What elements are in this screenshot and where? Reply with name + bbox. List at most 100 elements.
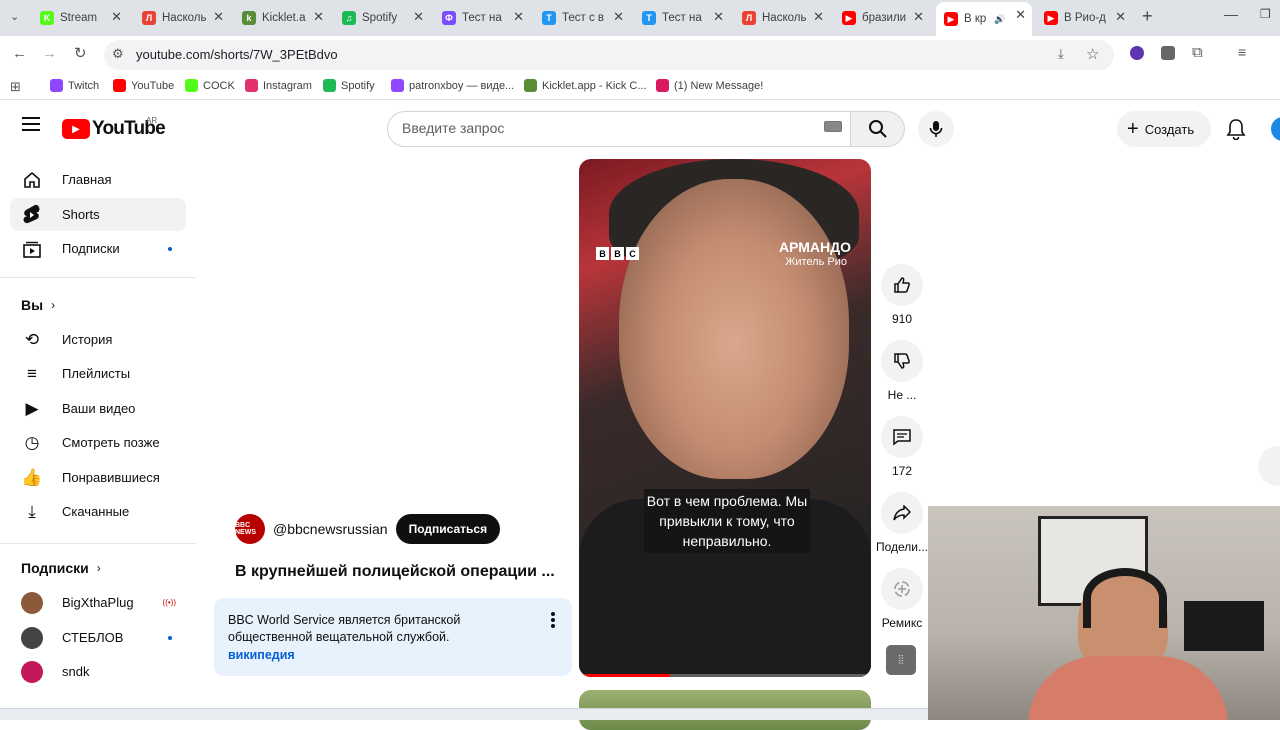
browser-tab[interactable]: ▶ В Рио-д ✕ [1036, 4, 1132, 32]
sidebar-item-shorts[interactable]: Shorts [10, 198, 186, 231]
bookmark-item[interactable]: COCK [185, 79, 235, 92]
forward-icon[interactable]: → [42, 45, 57, 62]
browser-tab[interactable]: K Stream ✕ [32, 4, 128, 32]
tab-close-icon[interactable]: ✕ [213, 9, 224, 25]
tab-close-icon[interactable]: ✕ [1115, 9, 1126, 25]
divider [0, 543, 196, 544]
tab-audio-icon[interactable]: 🔊 [994, 14, 1005, 25]
url-text[interactable]: youtube.com/shorts/7W_3PEtBdvo [136, 47, 338, 62]
sidebar-item-watch-later[interactable]: ◷ Смотреть позже [10, 426, 186, 459]
plus-icon: + [1127, 118, 1139, 140]
tab-close-icon[interactable]: ✕ [913, 9, 924, 25]
apps-grid-icon[interactable]: ⊞ [10, 79, 21, 95]
tab-close-icon[interactable]: ✕ [111, 9, 122, 25]
voice-search-button[interactable] [918, 111, 954, 147]
sidebar-item-liked[interactable]: 👍 Понравившиеся [10, 461, 186, 494]
sidebar-item-history[interactable]: ⟲ История [10, 323, 186, 356]
watch-later-icon: ◷ [24, 432, 40, 452]
tab-close-icon[interactable]: ✕ [613, 9, 624, 25]
search-placeholder: Введите запрос [402, 120, 505, 136]
channel-row: BBC NEWS @bbcnewsrussian Подписаться [235, 514, 501, 544]
sidebar-item-home[interactable]: Главная [10, 163, 186, 196]
subscription-item[interactable]: sndk [10, 655, 186, 688]
subscribe-button[interactable]: Подписаться [395, 514, 501, 544]
site-info-icon[interactable]: ⚙ [112, 46, 124, 62]
subscription-item[interactable]: BigXthaPlug ((•)) [10, 586, 186, 619]
browser-tab[interactable]: Ф Тест на ✕ [434, 4, 530, 32]
avatar [21, 591, 43, 614]
tab-close-icon[interactable]: ✕ [713, 9, 724, 25]
bookmark-item[interactable]: patronxboy — виде... [391, 79, 514, 92]
extension-icon[interactable] [1130, 46, 1144, 60]
bookmark-item[interactable]: Spotify [323, 79, 375, 92]
account-avatar[interactable] [1271, 117, 1280, 141]
subscription-label: СТЕБЛОВ [62, 630, 124, 645]
bookmark-icon [656, 79, 669, 92]
bookmark-item[interactable]: Instagram [245, 79, 312, 92]
bookmark-item[interactable]: Twitch [50, 79, 99, 92]
tab-title: Насколь [762, 12, 807, 24]
sidebar-item-downloads[interactable]: ⤓ Скачанные [10, 495, 186, 528]
extension-icon[interactable] [1161, 46, 1175, 60]
bookmark-item[interactable]: YouTube [113, 79, 174, 92]
share-label: Подели... [875, 540, 929, 554]
browser-tab[interactable]: k Kicklet.a ✕ [234, 4, 330, 32]
minimize-button[interactable]: — [1224, 6, 1238, 22]
more-options-icon[interactable] [551, 612, 555, 628]
sidebar-item-playlists[interactable]: ≡ Плейлисты [10, 357, 186, 390]
back-icon[interactable]: ← [12, 45, 27, 62]
tab-close-icon[interactable]: ✕ [413, 9, 424, 25]
tab-close-icon[interactable]: ✕ [813, 9, 824, 25]
like-button[interactable]: 910 [881, 264, 923, 326]
browser-tab[interactable]: Л Насколь ✕ [734, 4, 830, 32]
search-button[interactable] [851, 111, 905, 147]
next-arrow-icon[interactable] [1258, 446, 1280, 486]
bookmark-star-icon[interactable]: ☆ [1086, 45, 1099, 63]
browser-tab[interactable]: ♫ Spotify ✕ [334, 4, 430, 32]
sidebar-item-your-videos[interactable]: ▶ Ваши видео [10, 392, 186, 425]
dislike-button[interactable]: Не ... [881, 340, 923, 402]
liked-icon: 👍 [21, 467, 43, 487]
subscriptions-section-header[interactable]: Подписки › [21, 560, 101, 576]
browser-tab[interactable]: ▶ В кр 🔊 ✕ [936, 2, 1032, 36]
browser-tab[interactable]: Т Тест с в ✕ [534, 4, 630, 32]
video-progress-bar[interactable] [579, 674, 871, 677]
your-videos-icon: ▶ [25, 398, 39, 418]
bookmark-icon [245, 79, 258, 92]
extensions-puzzle-icon[interactable]: ⧉ [1192, 44, 1203, 61]
tab-close-icon[interactable]: ✕ [313, 9, 324, 25]
tab-close-icon[interactable]: ✕ [1015, 7, 1026, 23]
new-tab-button[interactable]: + [1142, 6, 1153, 27]
comments-button[interactable]: 172 [881, 416, 923, 478]
channel-avatar[interactable]: BBC NEWS [235, 514, 265, 544]
short-video-player[interactable]: B B C АРМАНДО Житель Рио Вот в чем пробл… [579, 159, 871, 677]
subscriptions-icon [20, 237, 44, 261]
browser-tab[interactable]: Т Тест на ✕ [634, 4, 730, 32]
subscription-item[interactable]: СТЕБЛОВ [10, 621, 186, 654]
keyboard-icon[interactable] [824, 121, 842, 132]
channel-name[interactable]: @bbcnewsrussian [273, 521, 388, 537]
comment-icon [893, 429, 911, 446]
tab-search-icon[interactable]: ⌄ [10, 10, 19, 23]
wikipedia-link[interactable]: википедия [228, 648, 295, 662]
thumbs-down-icon [894, 353, 910, 369]
menu-icon[interactable] [22, 117, 40, 131]
tab-close-icon[interactable]: ✕ [513, 9, 524, 25]
create-button[interactable]: + Создать [1117, 111, 1211, 147]
browser-tab[interactable]: Л Насколь ✕ [134, 4, 230, 32]
share-button[interactable]: Подели... [875, 492, 929, 554]
browser-tab[interactable]: ▶ бразили ✕ [834, 4, 930, 32]
bookmark-item[interactable]: Kicklet.app - Kick C... [524, 79, 647, 92]
remix-button[interactable]: Ремикс [875, 568, 929, 630]
short-title[interactable]: В крупнейшей полицейской операции ... [235, 563, 565, 581]
tab-title: Stream [60, 12, 98, 24]
sound-thumbnail[interactable]: ⦙⦙ [886, 645, 916, 675]
you-section-header[interactable]: Вы › [21, 297, 55, 313]
media-control-icon[interactable]: ≡ [1238, 44, 1246, 60]
notifications-icon[interactable] [1226, 118, 1246, 145]
bookmark-item[interactable]: (1) New Message! [656, 79, 763, 92]
sidebar-item-subscriptions[interactable]: Подписки [10, 232, 186, 265]
restore-button[interactable]: ❐ [1260, 7, 1271, 21]
install-icon[interactable]: ⤓ [1058, 46, 1064, 62]
reload-icon[interactable]: ↻ [74, 44, 87, 62]
